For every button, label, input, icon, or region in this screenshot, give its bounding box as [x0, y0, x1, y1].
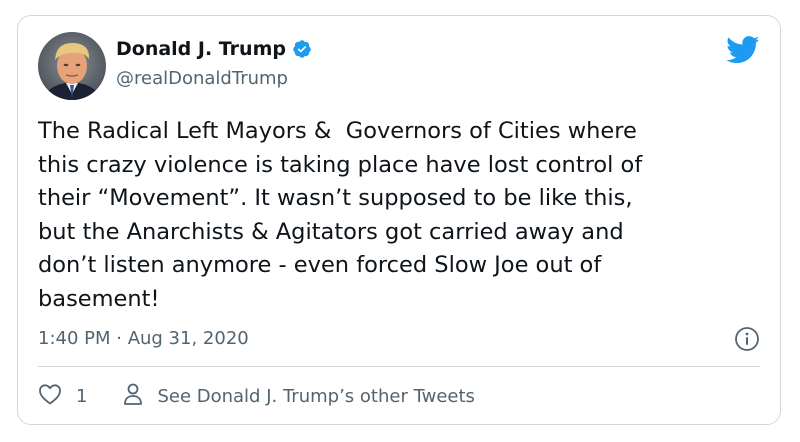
tweet-text: The Radical Left Mayors & Governors of C… [38, 115, 768, 316]
author-display-name[interactable]: Donald J. Trump [116, 38, 286, 60]
like-button[interactable]: 1 [38, 383, 87, 410]
tweet-actions: 1 See Donald J. Trump’s other Tweets [38, 382, 475, 411]
see-other-tweets-button[interactable]: See Donald J. Trump’s other Tweets [123, 382, 475, 411]
like-count: 1 [76, 386, 88, 407]
info-icon[interactable] [734, 326, 760, 352]
tweet-text-line: basement! [38, 285, 160, 312]
tweet-text-line: don’t listen anymore - even forced Slow … [38, 252, 602, 278]
verified-badge-icon [292, 39, 312, 59]
tweet-text-line: their “Movement”. It wasn’t supposed to … [38, 185, 633, 211]
divider [38, 366, 760, 367]
tweet-text-line: this crazy violence is taking place have… [38, 151, 643, 178]
tweet-text-line: The Radical Left Mayors & Governors of C… [38, 118, 637, 144]
author-name-row: Donald J. Trump [116, 38, 312, 60]
twitter-bird-icon[interactable] [726, 36, 760, 64]
see-other-tweets-label: See Donald J. Trump’s other Tweets [157, 386, 475, 407]
tweet-text-line: but the Anarchists & Agitators got carri… [38, 218, 624, 245]
heart-icon [38, 383, 62, 410]
avatar[interactable] [38, 32, 106, 100]
tweet-card: Donald J. Trump @realDonaldTrump The Rad… [17, 15, 781, 425]
tweet-timestamp[interactable]: 1:40 PM · Aug 31, 2020 [38, 328, 249, 349]
author-handle[interactable]: @realDonaldTrump [116, 68, 288, 89]
person-icon [123, 382, 143, 411]
